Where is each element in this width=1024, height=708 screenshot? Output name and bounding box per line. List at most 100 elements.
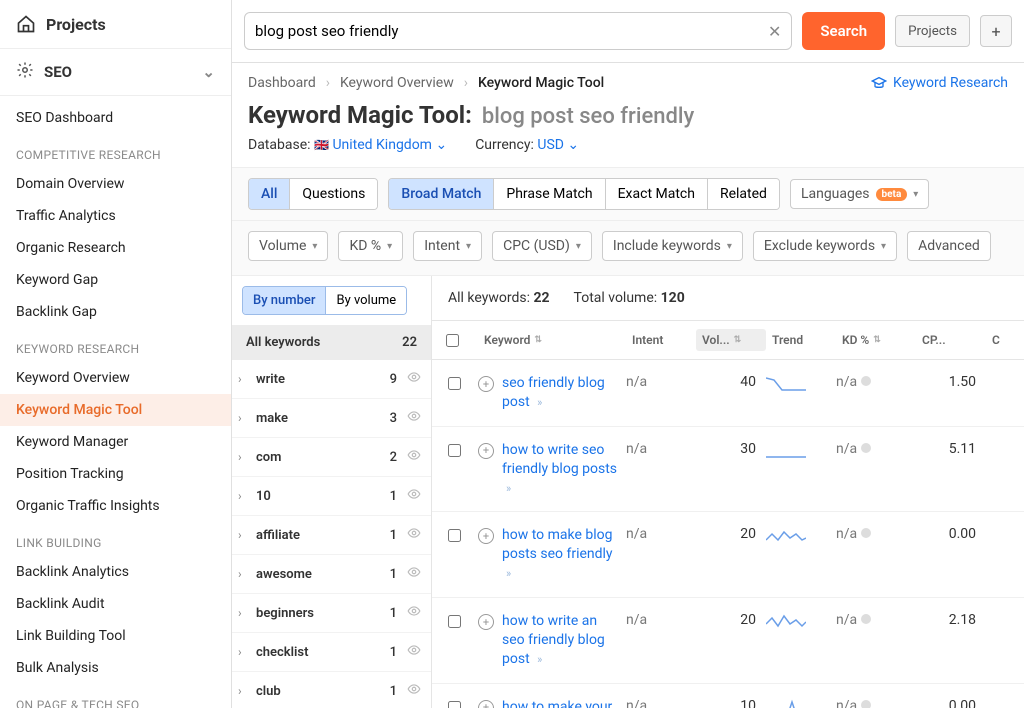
- clear-search-icon[interactable]: ✕: [768, 22, 781, 41]
- row-checkbox[interactable]: [448, 701, 461, 708]
- add-keyword-icon[interactable]: +: [478, 614, 494, 630]
- sidebar-item[interactable]: Keyword Overview: [0, 362, 231, 394]
- filter-cpc[interactable]: CPC (USD)▾: [492, 231, 592, 261]
- keyword-link[interactable]: seo friendly blog post »: [502, 374, 618, 412]
- eye-icon[interactable]: [407, 565, 421, 583]
- eye-icon[interactable]: [407, 526, 421, 544]
- sidebar-group-title: KEYWORD RESEARCH: [0, 328, 231, 362]
- cell-volume: 30: [696, 441, 766, 457]
- col-cpc[interactable]: CP...: [916, 329, 986, 351]
- eye-icon[interactable]: [407, 643, 421, 661]
- sidebar-item[interactable]: Backlink Gap: [0, 296, 231, 328]
- kg-all-keywords[interactable]: All keywords 22: [232, 325, 431, 360]
- filter-include[interactable]: Include keywords▾: [602, 231, 743, 261]
- kg-item[interactable]: ›101: [232, 477, 431, 516]
- sidebar-item[interactable]: Keyword Magic Tool: [0, 394, 231, 426]
- cell-cpc: 0.00: [916, 526, 986, 542]
- sidebar-item[interactable]: Link Building Tool: [0, 620, 231, 652]
- add-keyword-icon[interactable]: +: [478, 376, 494, 392]
- col-keyword[interactable]: Keyword⇅: [478, 329, 626, 351]
- eye-icon[interactable]: [407, 409, 421, 427]
- currency-selector[interactable]: Currency: USD ⌄: [475, 137, 579, 153]
- sidebar-item[interactable]: Organic Research: [0, 232, 231, 264]
- cell-cpc: 0.00: [916, 698, 986, 708]
- add-project-button[interactable]: +: [980, 15, 1012, 47]
- breadcrumb-current: Keyword Magic Tool: [478, 75, 604, 91]
- sidebar-item[interactable]: Backlink Audit: [0, 588, 231, 620]
- breadcrumb[interactable]: Keyword Overview: [340, 75, 454, 91]
- eye-icon[interactable]: [407, 448, 421, 466]
- projects-dropdown[interactable]: Projects: [895, 15, 970, 47]
- tab-all[interactable]: All: [249, 179, 289, 209]
- kg-item-count: 1: [390, 528, 397, 543]
- sidebar-item[interactable]: Backlink Analytics: [0, 556, 231, 588]
- sidebar-item[interactable]: Bulk Analysis: [0, 652, 231, 684]
- sidebar-item[interactable]: Organic Traffic Insights: [0, 490, 231, 522]
- sidebar-item[interactable]: Domain Overview: [0, 168, 231, 200]
- kg-by-volume[interactable]: By volume: [325, 287, 406, 314]
- filter-intent[interactable]: Intent▾: [413, 231, 482, 261]
- eye-icon[interactable]: [407, 370, 421, 388]
- col-kd[interactable]: KD %⇅: [836, 329, 916, 351]
- kg-item[interactable]: ›write9: [232, 360, 431, 399]
- search-button[interactable]: Search: [802, 12, 885, 50]
- filter-volume[interactable]: Volume▾: [248, 231, 328, 261]
- filter-kd[interactable]: KD %▾: [338, 231, 403, 261]
- page-title-query: blog post seo friendly: [482, 104, 694, 129]
- gear-icon: [16, 61, 34, 83]
- sidebar-item-seo-dashboard[interactable]: SEO Dashboard: [0, 102, 231, 134]
- cell-intent: n/a: [626, 374, 696, 390]
- add-keyword-icon[interactable]: +: [478, 700, 494, 708]
- projects-header[interactable]: Projects: [0, 0, 231, 49]
- row-checkbox[interactable]: [448, 529, 461, 542]
- kg-item[interactable]: ›beginners1: [232, 594, 431, 633]
- row-checkbox[interactable]: [448, 444, 461, 457]
- kg-by-number[interactable]: By number: [243, 287, 325, 314]
- row-checkbox[interactable]: [448, 377, 461, 390]
- sidebar-item[interactable]: Traffic Analytics: [0, 200, 231, 232]
- tab-exact-match[interactable]: Exact Match: [605, 179, 707, 209]
- kg-item[interactable]: ›make3: [232, 399, 431, 438]
- keyword-link[interactable]: how to make blog posts seo friendly »: [502, 526, 618, 583]
- chevron-right-icon: »: [537, 653, 542, 666]
- sort-icon: ⇅: [873, 335, 881, 345]
- filter-exclude[interactable]: Exclude keywords▾: [753, 231, 897, 261]
- languages-dropdown[interactable]: Languages beta ▾: [790, 179, 929, 209]
- kg-item[interactable]: ›com2: [232, 438, 431, 477]
- col-volume[interactable]: Vol...⇅: [696, 329, 766, 351]
- keyword-link[interactable]: how to write an seo friendly blog post »: [502, 612, 618, 669]
- row-checkbox[interactable]: [448, 615, 461, 628]
- kg-item[interactable]: ›awesome1: [232, 555, 431, 594]
- add-keyword-icon[interactable]: +: [478, 528, 494, 544]
- seo-section-toggle[interactable]: SEO ⌄: [0, 49, 231, 96]
- filter-advanced[interactable]: Advanced: [907, 231, 991, 261]
- tab-related[interactable]: Related: [707, 179, 779, 209]
- kg-item-label: 10: [256, 489, 384, 504]
- add-keyword-icon[interactable]: +: [478, 443, 494, 459]
- keyword-link[interactable]: how to write seo friendly blog posts »: [502, 441, 618, 498]
- keyword-link[interactable]: how to make your blog posts seo friendly…: [502, 698, 618, 708]
- sidebar-item[interactable]: Keyword Gap: [0, 264, 231, 296]
- database-selector[interactable]: Database: 🇬🇧 United Kingdom ⌄: [248, 137, 447, 153]
- eye-icon[interactable]: [407, 487, 421, 505]
- keyword-research-link[interactable]: Keyword Research: [871, 75, 1008, 91]
- search-input[interactable]: [255, 22, 760, 40]
- col-trend: Trend: [766, 329, 836, 351]
- col-c[interactable]: C: [986, 329, 1016, 351]
- select-all-checkbox[interactable]: [446, 334, 459, 347]
- cell-volume: 20: [696, 612, 766, 628]
- tab-questions[interactable]: Questions: [289, 179, 377, 209]
- kg-item[interactable]: ›club1: [232, 672, 431, 708]
- breadcrumb[interactable]: Dashboard: [248, 75, 316, 91]
- tab-broad-match[interactable]: Broad Match: [389, 179, 493, 209]
- cell-trend: [766, 441, 836, 463]
- eye-icon[interactable]: [407, 682, 421, 700]
- col-intent[interactable]: Intent: [626, 329, 696, 351]
- eye-icon[interactable]: [407, 604, 421, 622]
- tab-phrase-match[interactable]: Phrase Match: [493, 179, 604, 209]
- sidebar-group-title: ON PAGE & TECH SEO: [0, 684, 231, 708]
- sidebar-item[interactable]: Keyword Manager: [0, 426, 231, 458]
- sidebar-item[interactable]: Position Tracking: [0, 458, 231, 490]
- kg-item[interactable]: ›checklist1: [232, 633, 431, 672]
- kg-item[interactable]: ›affiliate1: [232, 516, 431, 555]
